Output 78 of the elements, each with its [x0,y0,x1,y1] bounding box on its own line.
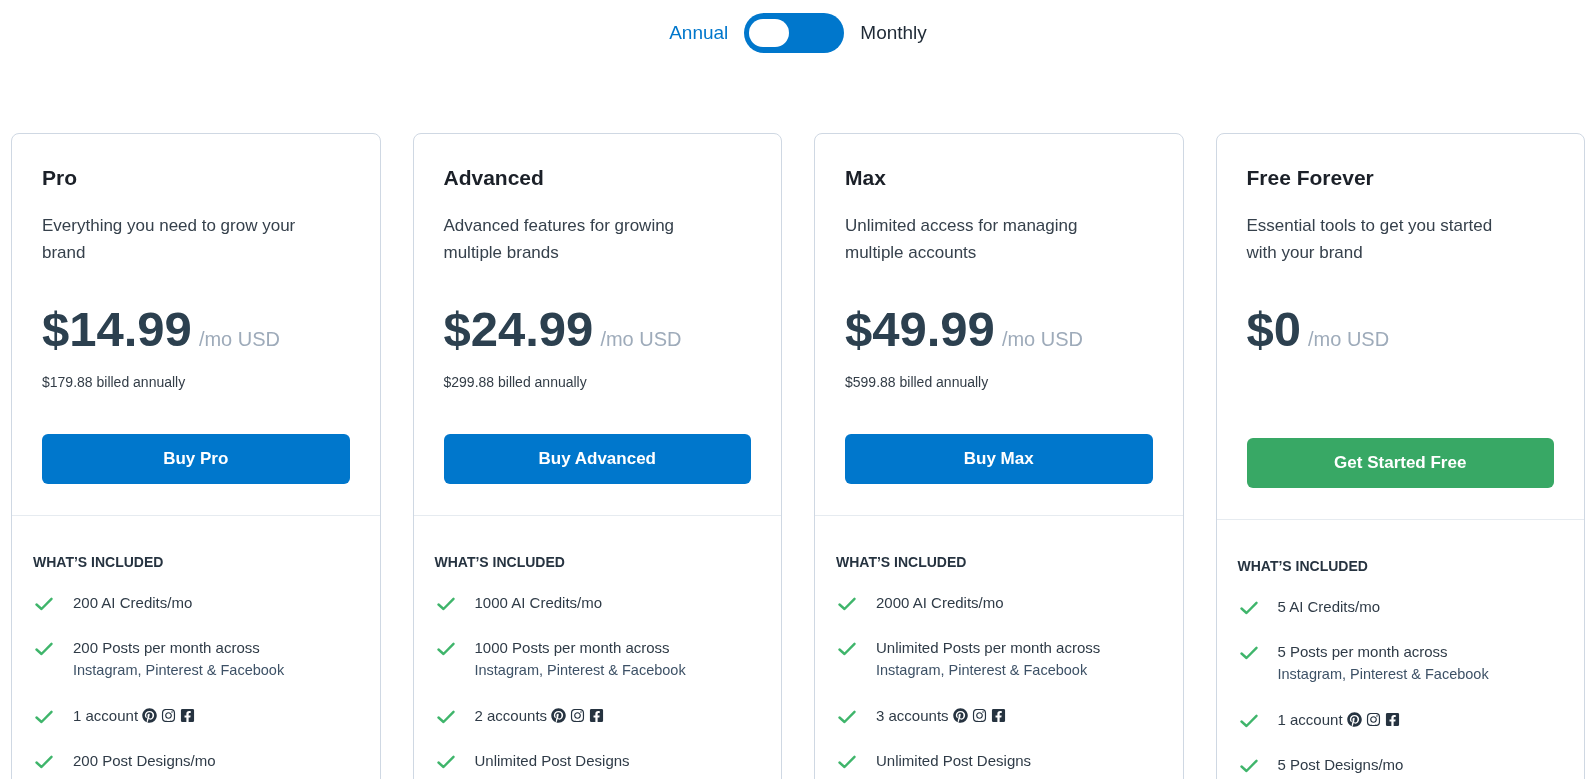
platforms-text: Instagram, Pinterest & Facebook [474,661,686,680]
check-icon [838,710,856,724]
instagram-icon [1365,712,1381,727]
facebook-icon [180,708,196,723]
check-icon [1239,646,1258,660]
check-icon [436,755,455,769]
plan-description: Advanced features for growing multiple brands [443,215,676,264]
plan-description: Unlimited access for managing multiple accounts [845,215,1079,264]
price: $0 [1246,305,1301,353]
feature-text: 2 accounts [474,706,548,726]
check-icon [838,755,856,769]
instagram-icon [971,708,987,723]
feature-text: 1000 Posts per month across [474,638,671,658]
plan-name: Pro [42,166,78,190]
price: $14.99 [42,305,192,353]
feature-text: Unlimited Posts per month across [876,638,1101,658]
plan-description: Everything you need to grow your brand [42,215,297,264]
pinterest-icon [1346,712,1362,727]
check-icon [35,597,53,611]
feature-text: 2000 AI Credits/mo [876,593,1004,613]
plan-button[interactable]: Get Started Free [1246,438,1554,488]
plan-name: Max [845,166,887,190]
plan-name: Free Forever [1246,166,1375,190]
feature-text: 3 accounts [876,706,949,726]
facebook-icon [990,708,1006,723]
check-icon [436,642,455,656]
price: $49.99 [845,305,995,353]
facebook-icon [589,708,605,723]
price-period: /mo USD [1001,327,1083,351]
instagram-icon [570,708,586,723]
instagram-icon [161,708,177,723]
check-icon [35,755,53,769]
price: $24.99 [443,305,594,353]
feature-text: Unlimited Post Designs [876,751,1032,771]
billing-note: $599.88 billed annually [845,373,989,392]
feature-text: 200 Posts per month across [73,638,261,658]
features-heading: WHAT’S INCLUDED [434,553,566,572]
features-heading: WHAT’S INCLUDED [836,553,968,572]
billing-switch[interactable] [744,13,845,53]
check-icon [838,642,856,656]
check-icon [35,642,53,656]
price-period: /mo USD [198,327,280,351]
features-heading: WHAT’S INCLUDED [33,553,165,572]
billing-option[interactable]: Monthly [860,21,927,45]
check-icon [436,710,455,724]
features-heading: WHAT’S INCLUDED [1237,557,1369,576]
plan-description: Essential tools to get you started with your brand [1246,215,1494,264]
feature-text: 1 account [1277,710,1343,730]
platforms-text: Instagram, Pinterest & Facebook [73,661,285,680]
plan-name: Advanced [443,166,545,190]
feature-text: 1000 AI Credits/mo [474,593,603,613]
check-icon [1239,714,1258,728]
check-icon [436,597,455,611]
feature-text: 5 Posts per month across [1277,642,1449,662]
feature-text: 200 Post Designs/mo [73,751,216,771]
billing-note: $299.88 billed annually [443,373,587,392]
plan-button[interactable]: Buy Advanced [443,434,751,484]
plan-button[interactable]: Buy Max [845,434,1153,484]
pinterest-icon [551,708,567,723]
check-icon [1239,601,1258,615]
billing-option[interactable]: Annual [669,21,729,45]
feature-text: Unlimited Post Designs [474,751,630,771]
pinterest-icon [142,708,158,723]
feature-text: 200 AI Credits/mo [73,593,193,613]
plan-button[interactable]: Buy Pro [42,434,350,484]
billing-note: $179.88 billed annually [42,373,186,392]
pinterest-icon [952,708,968,723]
price-period: /mo USD [1308,327,1390,351]
check-icon [1239,759,1258,773]
platforms-text: Instagram, Pinterest & Facebook [876,661,1089,680]
facebook-icon [1384,712,1400,727]
feature-text: 5 Post Designs/mo [1277,755,1404,775]
check-icon [35,710,53,724]
feature-text: 5 AI Credits/mo [1277,597,1381,617]
feature-text: 1 account [73,706,139,726]
price-period: /mo USD [600,327,682,351]
platforms-text: Instagram, Pinterest & Facebook [1277,665,1489,684]
check-icon [838,597,856,611]
